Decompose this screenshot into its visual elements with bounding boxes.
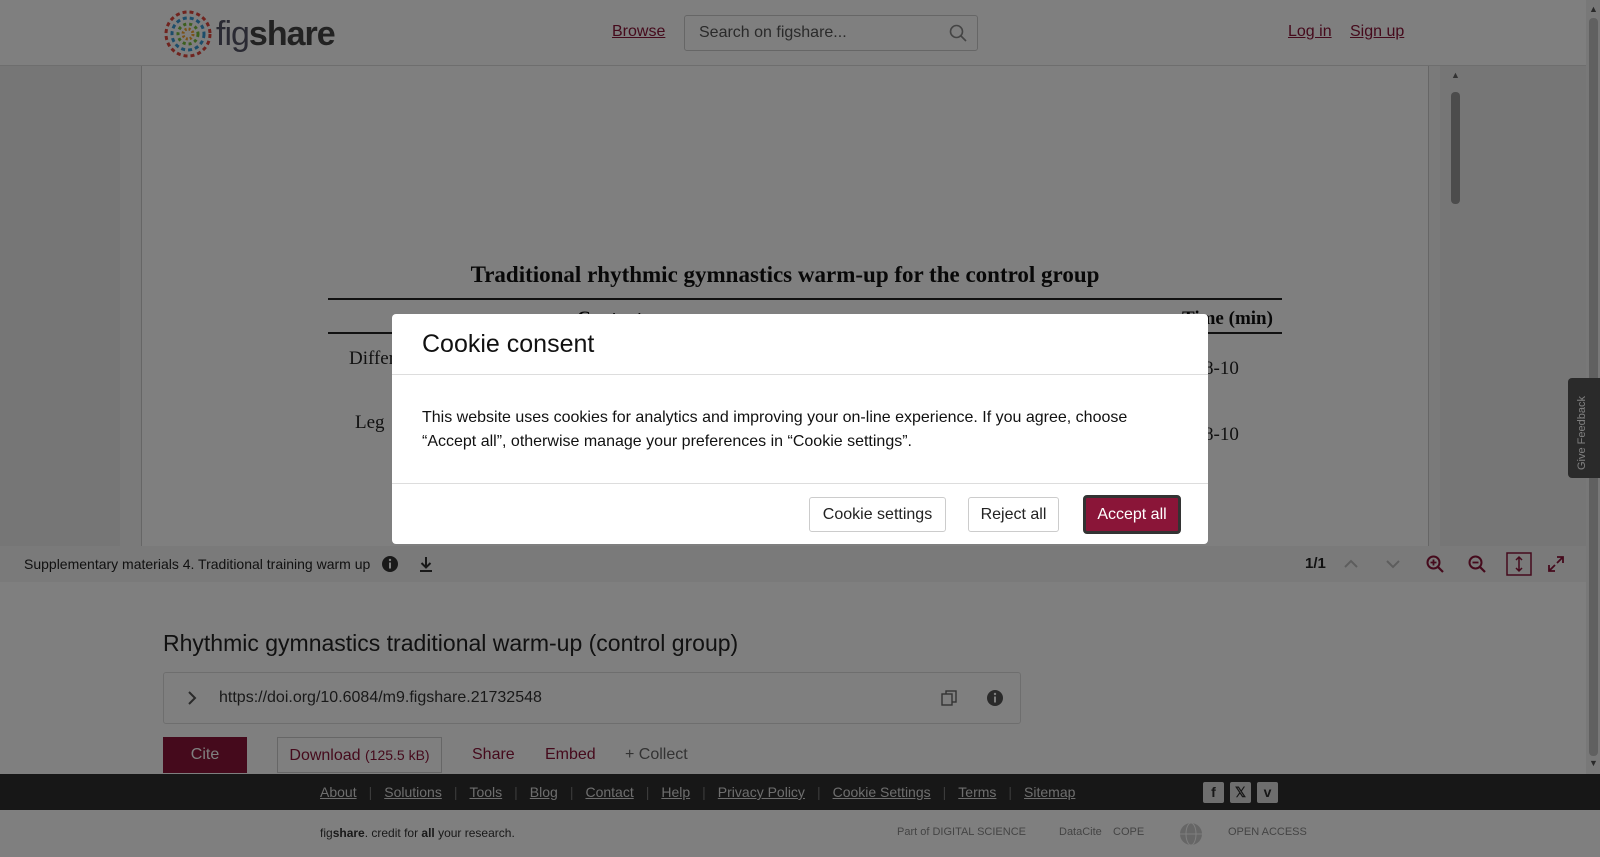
dialog-divider	[392, 483, 1208, 484]
dialog-divider	[392, 374, 1208, 375]
dialog-title: Cookie consent	[422, 330, 595, 358]
cookie-consent-dialog: Cookie consent This website uses cookies…	[392, 314, 1208, 544]
accept-all-button[interactable]: Accept all	[1083, 495, 1181, 534]
dialog-body: This website uses cookies for analytics …	[422, 409, 1128, 450]
reject-all-button[interactable]: Reject all	[968, 497, 1059, 532]
cookie-settings-button[interactable]: Cookie settings	[809, 497, 946, 532]
